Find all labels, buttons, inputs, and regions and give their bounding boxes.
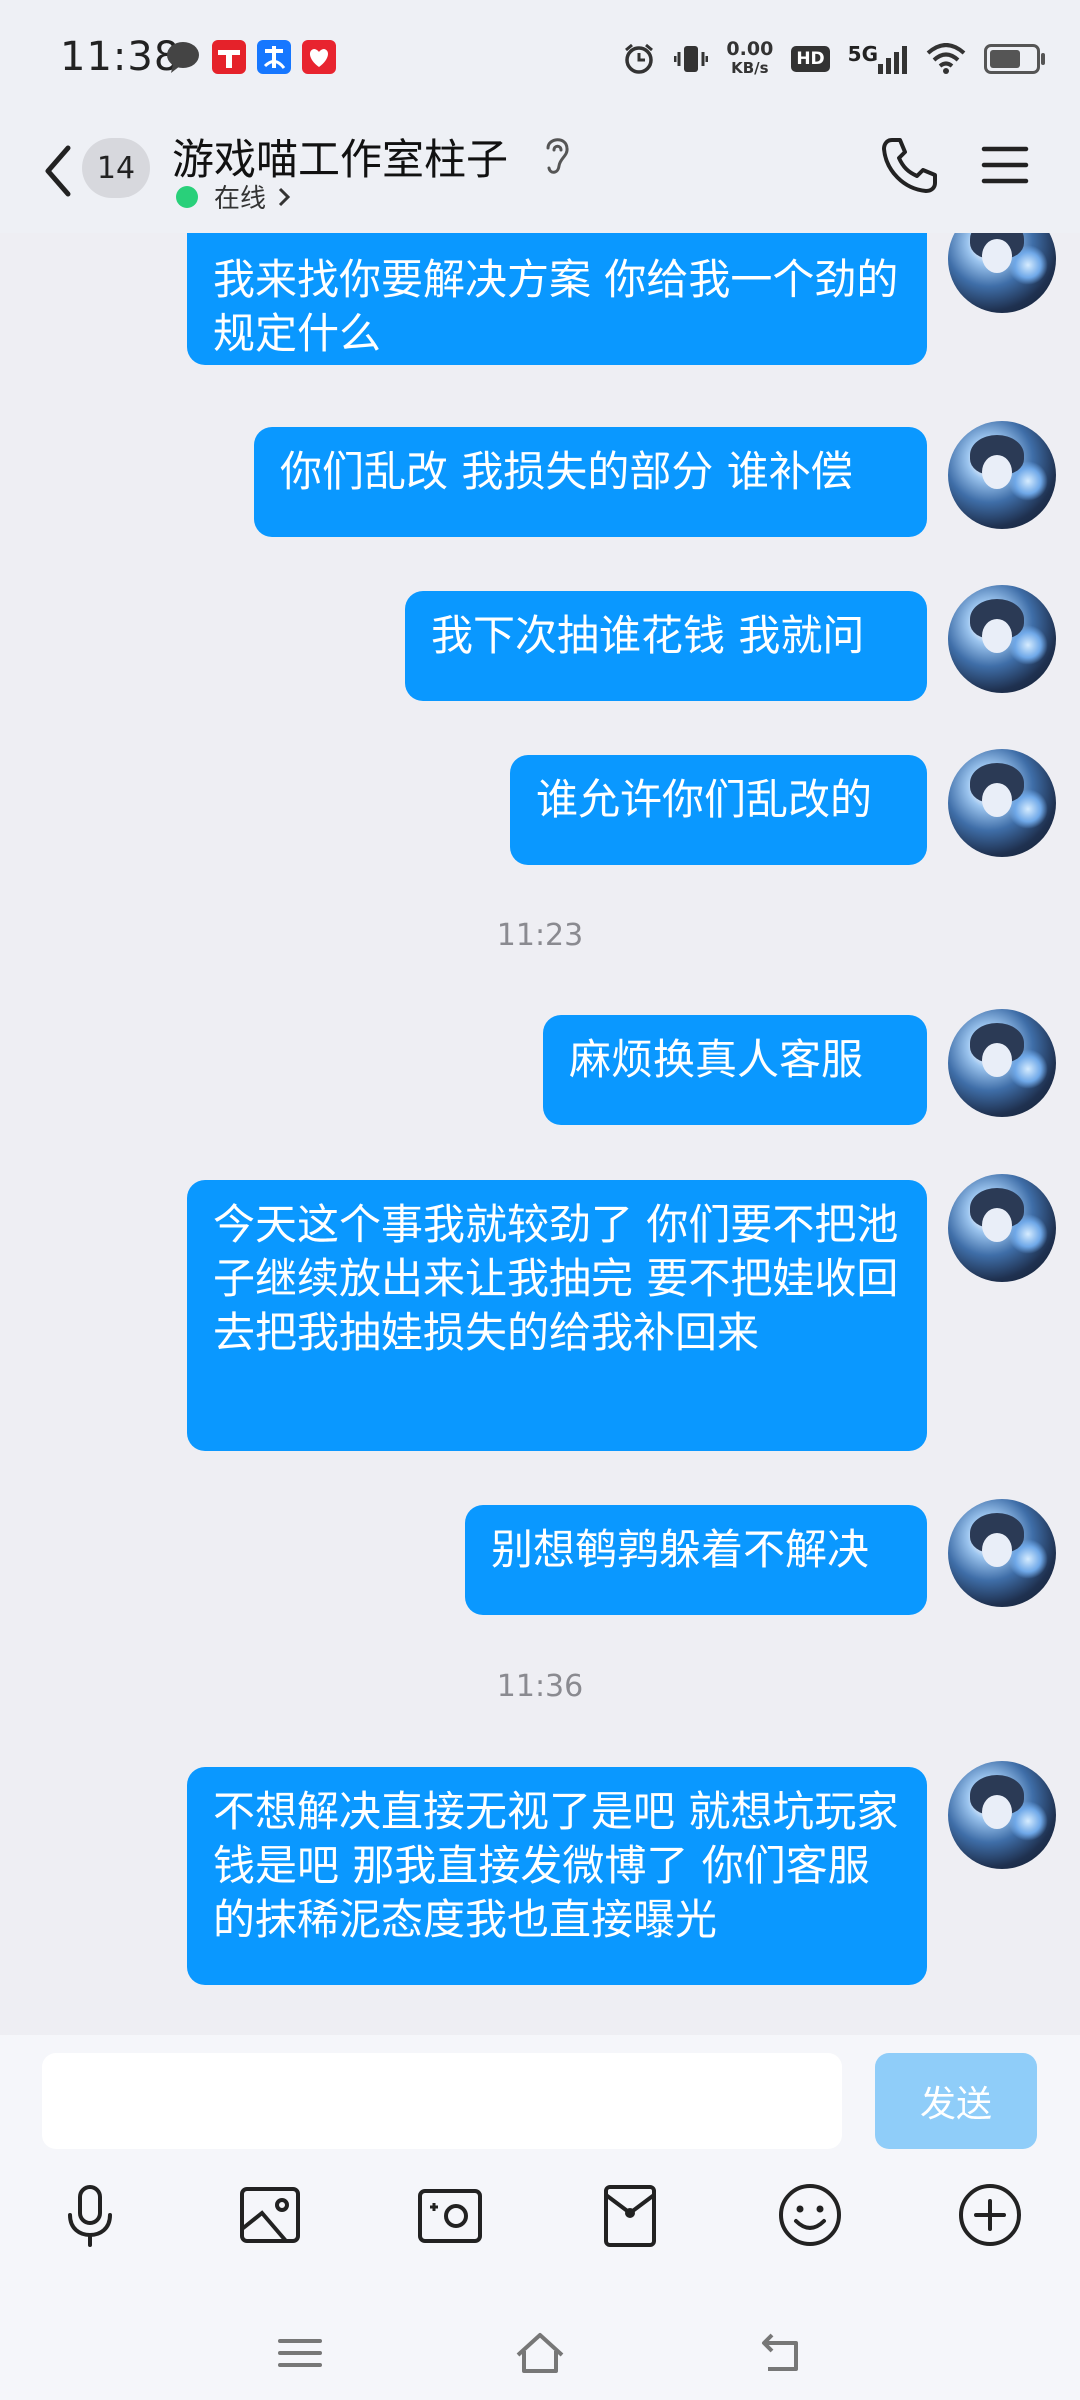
chat-bubble-icon	[167, 42, 199, 73]
timestamp-divider: 11:23	[496, 918, 584, 953]
chat-message-list[interactable]: 我来找你要解决方案 你给我一个劲的规定什么 你们乱改 我损失的部分 谁补偿 我下…	[0, 233, 1080, 2035]
home-nav-icon[interactable]	[510, 2325, 570, 2381]
send-button[interactable]: 发送	[875, 2053, 1037, 2149]
net-speed: 0.00 KB/s	[726, 40, 773, 78]
user-avatar[interactable]	[948, 1761, 1056, 1869]
user-avatar[interactable]	[948, 585, 1056, 693]
user-avatar[interactable]	[948, 749, 1056, 857]
user-avatar[interactable]	[948, 421, 1056, 529]
alarm-icon	[625, 43, 654, 74]
camera-icon[interactable]	[414, 2179, 486, 2251]
plus-icon[interactable]	[954, 2179, 1026, 2251]
user-avatar[interactable]	[948, 1174, 1056, 1282]
signal-indicator: 5G	[847, 42, 908, 74]
user-avatar[interactable]	[948, 1499, 1056, 1607]
system-tray: 0.00 KB/s HD 5G	[622, 34, 1045, 84]
net-speed-unit: KB/s	[731, 59, 769, 77]
message-input[interactable]	[42, 2053, 842, 2149]
message-bubble[interactable]: 今天这个事我就较劲了 你们要不把池子继续放出来让我抽完 要不把娃收回去把我抽娃损…	[187, 1180, 927, 1451]
red-packet-icon[interactable]	[594, 2179, 666, 2251]
tmall-icon	[212, 40, 246, 74]
chat-header: 14 游戏喵工作室柱子 在线	[0, 118, 1080, 233]
wifi-icon	[926, 43, 966, 74]
network-type: 5G	[847, 42, 878, 66]
input-bar: 发送	[0, 2035, 1080, 2400]
unread-count-badge[interactable]: 14	[82, 138, 150, 198]
message-bubble[interactable]: 别想鹌鹑躲着不解决	[465, 1505, 927, 1615]
user-avatar[interactable]	[948, 233, 1056, 313]
timestamp-divider: 11:36	[496, 1669, 584, 1704]
ear-icon[interactable]	[540, 132, 574, 178]
chevron-right-icon	[278, 187, 291, 206]
phone-call-button[interactable]	[878, 134, 940, 196]
message-bubble[interactable]: 我来找你要解决方案 你给我一个劲的规定什么	[187, 233, 927, 365]
message-bubble[interactable]: 麻烦换真人客服	[543, 1015, 927, 1125]
image-icon[interactable]	[234, 2179, 306, 2251]
online-dot	[176, 185, 198, 208]
alipay-icon	[257, 40, 291, 74]
microphone-icon[interactable]	[54, 2179, 126, 2251]
message-bubble[interactable]: 我下次抽谁花钱 我就问	[405, 591, 927, 701]
taobao-icon	[302, 40, 336, 74]
net-speed-value: 0.00	[726, 38, 774, 60]
message-bubble[interactable]: 你们乱改 我损失的部分 谁补偿	[254, 427, 927, 537]
status-time: 11:38	[60, 34, 181, 80]
menu-nav-icon[interactable]	[270, 2325, 330, 2381]
vibrate-icon	[674, 46, 709, 72]
emoji-icon[interactable]	[774, 2179, 846, 2251]
back-nav-icon[interactable]	[750, 2325, 810, 2381]
message-bubble[interactable]: 不想解决直接无视了是吧 就想坑玩家钱是吧 那我直接发微博了 你们客服的抹稀泥态度…	[187, 1767, 927, 1985]
status-bar: 11:38 0.00 KB/s HD 5G	[0, 0, 1080, 118]
user-avatar[interactable]	[948, 1009, 1056, 1117]
online-status[interactable]: 在线	[176, 178, 294, 215]
hd-badge: HD	[791, 46, 830, 72]
online-status-label: 在线	[214, 184, 267, 214]
battery-icon	[984, 44, 1045, 74]
more-menu-button[interactable]	[980, 140, 1030, 190]
signal-icon	[878, 46, 907, 74]
message-bubble[interactable]: 谁允许你们乱改的	[510, 755, 927, 865]
